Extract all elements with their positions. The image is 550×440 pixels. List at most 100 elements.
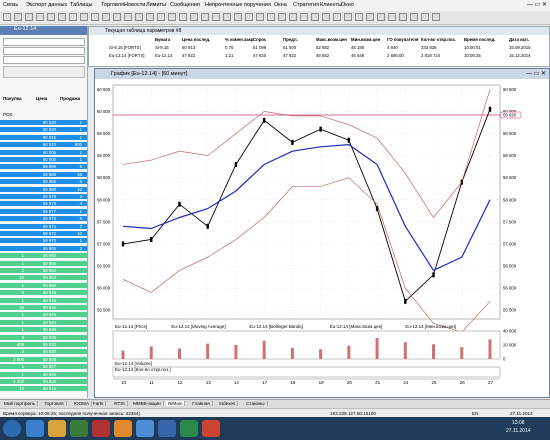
toolbar-button-icon[interactable]: [190, 13, 198, 21]
order-book-row[interactable]: 59 980 10: [0, 186, 87, 192]
toolbar-button-icon[interactable]: [201, 13, 209, 21]
order-book-row[interactable]: 59 978 4: [0, 201, 87, 207]
window-controls[interactable]: — ▭ ✕: [527, 1, 547, 8]
workspace-tab[interactable]: Главная: [190, 401, 213, 406]
order-book-row[interactable]: 59 972 10: [0, 231, 87, 236]
toolbar-button-icon[interactable]: [223, 13, 231, 21]
order-book-row[interactable]: 60 020 1: [0, 127, 87, 133]
chrome-icon[interactable]: [136, 420, 154, 437]
ie-icon[interactable]: [26, 420, 44, 437]
order-buttons[interactable]: [3, 66, 85, 78]
chart-window-controls[interactable]: — ▭ ✕: [526, 70, 546, 77]
order-book-row[interactable]: 2 59 930: [0, 349, 87, 355]
toolbar-button-icon[interactable]: [36, 13, 44, 21]
order-book-row[interactable]: 60 005 1: [0, 149, 87, 155]
menu-item[interactable]: Стратегия: [293, 2, 319, 8]
toolbar-button-icon[interactable]: [47, 13, 55, 21]
toolbar-button-icon[interactable]: [366, 13, 374, 21]
toolbar-button-icon[interactable]: [377, 13, 385, 21]
order-book-row[interactable]: 60 010 500: [0, 142, 87, 148]
menu-item[interactable]: Таблицы: [70, 2, 92, 8]
params-cell[interactable]: 10:00:01: [464, 45, 481, 50]
params-cell[interactable]: 15.12.2014: [509, 53, 531, 58]
params-cell[interactable]: 0,75: [225, 45, 233, 50]
menu-item[interactable]: Связь: [3, 2, 18, 8]
app-icon[interactable]: [92, 420, 110, 437]
order-book-row[interactable]: 60 015 1: [0, 134, 87, 140]
workspace-tab[interactable]: ММВБ-акции: [131, 401, 164, 406]
order-book-row[interactable]: 59 970 1: [0, 238, 87, 244]
order-book-row[interactable]: 1 59 925: [0, 371, 87, 377]
menu-item[interactable]: Экспорт данных: [26, 2, 67, 8]
price-chart[interactable]: 60 50060 50060 00060 00059 50059 50059 0…: [95, 79, 549, 397]
explorer-icon[interactable]: [48, 420, 66, 437]
workspace-tab[interactable]: Indexes: [217, 401, 239, 406]
toolbar-button-icon[interactable]: [25, 13, 33, 21]
account-select[interactable]: [3, 56, 85, 64]
workspace-tab[interactable]: RTSI: [112, 401, 128, 406]
workspace-tab[interactable]: Farts: [91, 401, 107, 406]
order-book-row[interactable]: 1 59 945: [0, 312, 87, 318]
order-book-row[interactable]: 1 59 960: [0, 253, 87, 259]
menu-item[interactable]: Сообщения: [170, 2, 200, 8]
toolbar-button-icon[interactable]: [135, 13, 143, 21]
order-book-row[interactable]: 59 988 45: [0, 171, 87, 177]
menu-item[interactable]: Новости: [124, 2, 145, 8]
toolbar-button-icon[interactable]: [212, 13, 220, 21]
menu-item[interactable]: Торговля: [101, 2, 124, 8]
toolbar-button-icon[interactable]: [267, 13, 275, 21]
toolbar-button-icon[interactable]: [410, 13, 418, 21]
order-book-row[interactable]: 1 59 948: [0, 297, 87, 303]
params-cell[interactable]: 52 882: [316, 45, 329, 50]
params-cell[interactable]: Si-9.15 [FORTS]: [109, 45, 141, 50]
instrument-select[interactable]: [3, 38, 85, 46]
toolbar-button-icon[interactable]: [14, 13, 22, 21]
params-cell[interactable]: 10:08:25: [464, 53, 481, 58]
order-book-row[interactable]: 1 59 955: [0, 260, 87, 266]
params-cell[interactable]: 4 840: [387, 45, 398, 50]
toolbar-button-icon[interactable]: [245, 13, 253, 21]
toolbar-button-icon[interactable]: [344, 13, 352, 21]
order-book-row[interactable]: 5 59 949: [0, 290, 87, 296]
params-cell[interactable]: Eu-12.14 [FORTS]: [109, 53, 145, 58]
order-book-row[interactable]: 60 000 1: [0, 157, 87, 162]
order-book-row[interactable]: 10 59 953: [0, 275, 87, 281]
workspace-tab[interactable]: Торговля: [42, 401, 67, 406]
order-book-row[interactable]: 1 59 939: [0, 327, 87, 333]
toolbar-button-icon[interactable]: [355, 13, 363, 21]
order-book-row[interactable]: 2 000 59 928: [0, 356, 87, 362]
params-cell[interactable]: 1,21: [225, 53, 233, 58]
word-icon[interactable]: [158, 420, 176, 437]
toolbar-button-icon[interactable]: [113, 13, 121, 21]
params-cell[interactable]: 50 913: [182, 45, 195, 50]
menu-item[interactable]: Окно: [341, 2, 354, 8]
params-cell[interactable]: 48 652: [316, 53, 329, 58]
menu-item[interactable]: Лимиты: [146, 2, 166, 8]
toolbar-button-icon[interactable]: [388, 13, 396, 21]
toolbar-button-icon[interactable]: [256, 13, 264, 21]
params-cell[interactable]: 333 828: [421, 45, 437, 50]
menu-item[interactable]: Окна: [274, 2, 287, 8]
params-cell[interactable]: 2 606,00: [387, 53, 404, 58]
workspace-tab[interactable]: RiMain: [166, 401, 186, 406]
toolbar-button-icon[interactable]: [91, 13, 99, 21]
toolbar-button-icon[interactable]: [234, 13, 242, 21]
workspace-tab[interactable]: Стаканы: [244, 401, 268, 406]
order-book-row[interactable]: 1 000 59 920: [0, 379, 87, 384]
firefox-icon[interactable]: [114, 420, 132, 437]
params-cell[interactable]: Eu-12.14: [155, 53, 172, 58]
order-book-row[interactable]: 59 999 5: [0, 164, 87, 170]
params-cell[interactable]: 47 922: [182, 53, 195, 58]
start-icon[interactable]: [3, 420, 21, 437]
order-book-row[interactable]: 10 59 915: [0, 386, 87, 392]
params-cell[interactable]: Si-9.15: [155, 45, 169, 50]
order-book-row[interactable]: 489 59 932: [0, 342, 87, 347]
workspace-tab[interactable]: ЮОМА: [72, 401, 93, 406]
params-cell[interactable]: 46 646: [351, 53, 364, 58]
order-book-row[interactable]: 1 59 940: [0, 319, 87, 325]
toolbar-button-icon[interactable]: [278, 13, 286, 21]
toolbar-button-icon[interactable]: [3, 13, 11, 21]
params-cell[interactable]: 48 180: [351, 45, 364, 50]
order-book-row[interactable]: 1 59 927: [0, 364, 87, 370]
toolbar-button-icon[interactable]: [168, 13, 176, 21]
